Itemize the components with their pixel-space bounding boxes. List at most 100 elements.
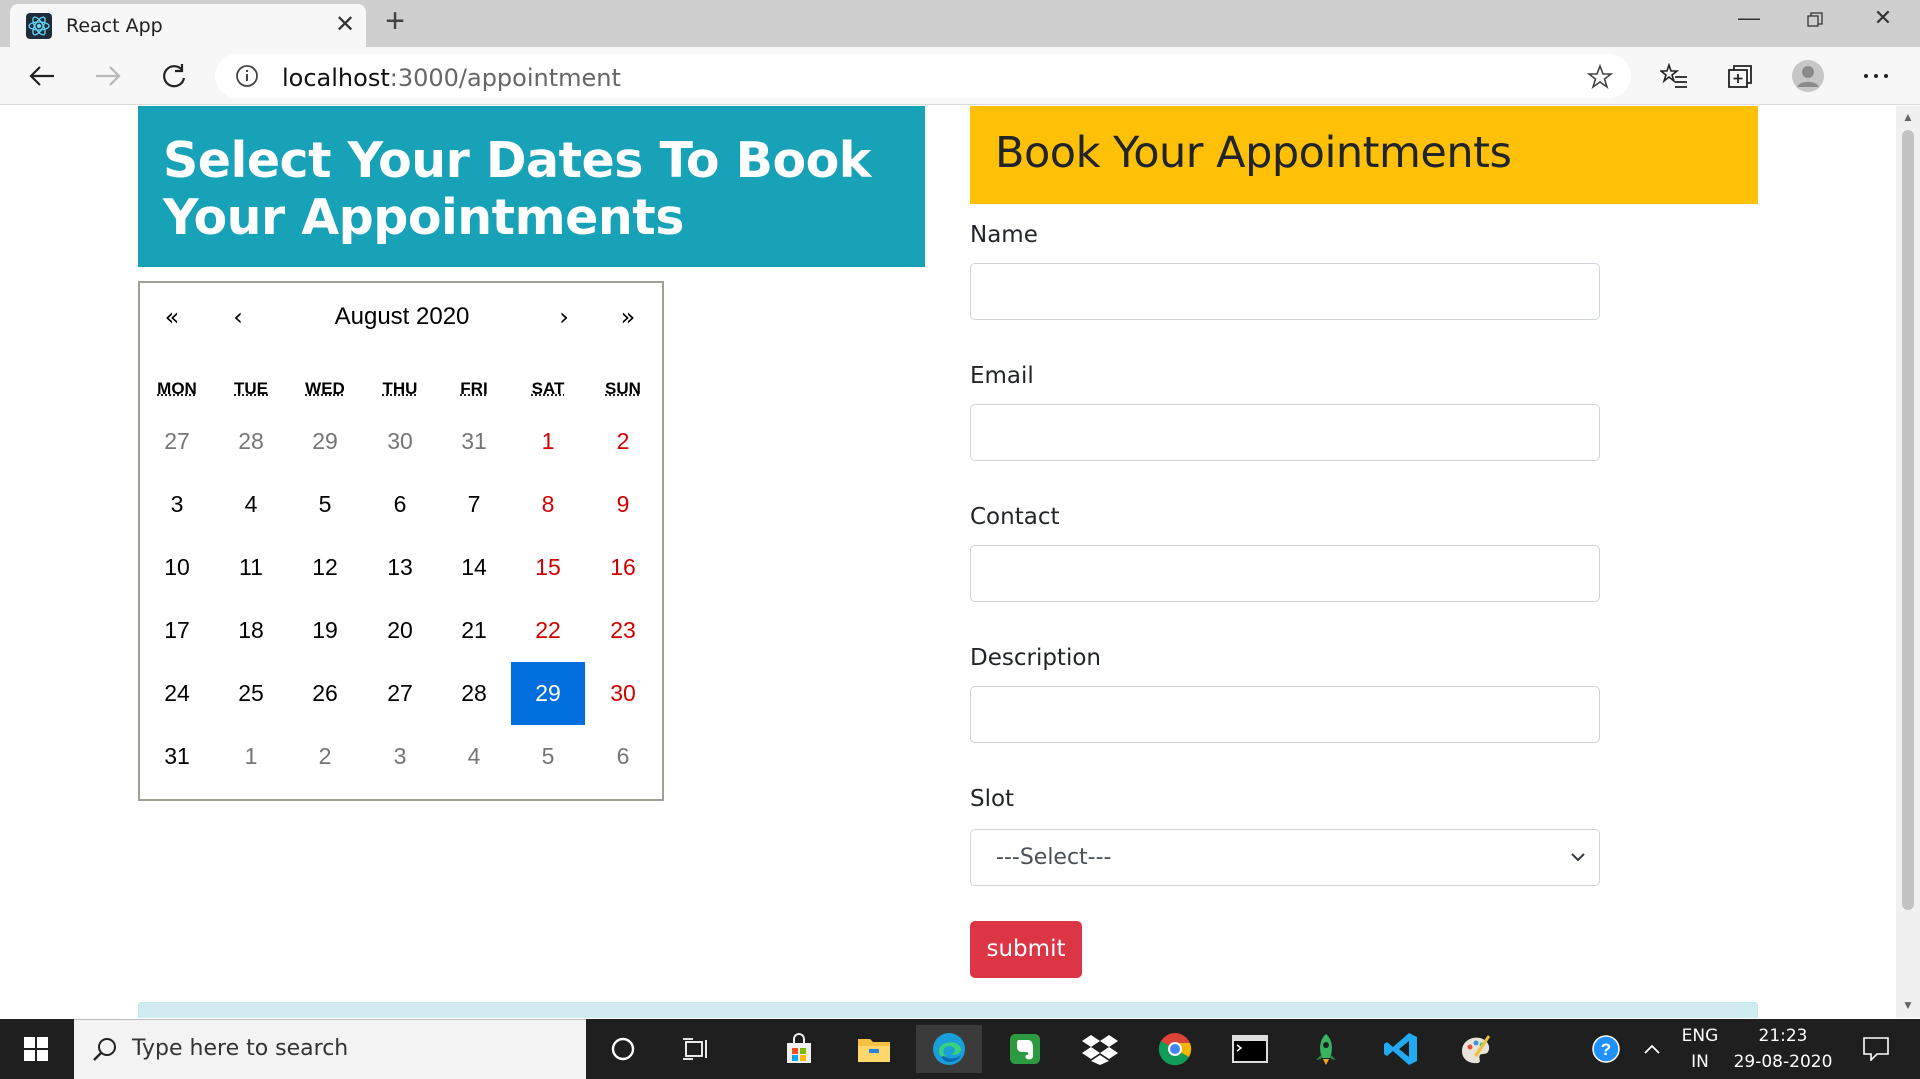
calendar-day[interactable]: 13 xyxy=(363,536,437,599)
calendar-day[interactable]: 10 xyxy=(140,536,214,599)
calendar-day[interactable]: 4 xyxy=(437,725,511,788)
browser-tab[interactable]: React App ✕ xyxy=(10,4,366,47)
page-content: Select Your Dates To Book Your Appointme… xyxy=(0,106,1896,1018)
calendar-day[interactable]: 28 xyxy=(214,410,288,473)
help-icon[interactable]: ? xyxy=(1582,1025,1630,1073)
close-window-icon[interactable]: ✕ xyxy=(1850,0,1916,40)
next-year-button[interactable]: » xyxy=(598,297,658,337)
calendar: « ‹ August 2020 › » MON TUE WED THU FRI … xyxy=(138,281,664,801)
file-explorer-icon[interactable] xyxy=(841,1025,907,1073)
task-view-icon[interactable] xyxy=(663,1025,729,1073)
email-label: Email xyxy=(970,363,1034,389)
vscode-icon[interactable] xyxy=(1368,1025,1434,1073)
calendar-day[interactable]: 17 xyxy=(140,599,214,662)
weekday-thu: THU xyxy=(382,379,418,398)
edge-icon[interactable] xyxy=(916,1025,982,1073)
taskbar-search[interactable]: Type here to search xyxy=(74,1019,586,1079)
minimize-icon[interactable]: — xyxy=(1716,0,1782,40)
calendar-day[interactable]: 21 xyxy=(437,599,511,662)
calendar-day[interactable]: 29 xyxy=(511,662,585,725)
calendar-day[interactable]: 20 xyxy=(363,599,437,662)
calendar-day[interactable]: 3 xyxy=(363,725,437,788)
cortana-icon[interactable] xyxy=(590,1025,656,1073)
calendar-day[interactable]: 23 xyxy=(586,599,660,662)
close-tab-icon[interactable]: ✕ xyxy=(332,12,358,38)
calendar-day[interactable]: 15 xyxy=(511,536,585,599)
calendar-day[interactable]: 16 xyxy=(586,536,660,599)
evernote-icon[interactable] xyxy=(992,1025,1058,1073)
favorite-star-icon[interactable] xyxy=(1587,64,1613,90)
contact-label: Contact xyxy=(970,504,1060,530)
email-input[interactable] xyxy=(970,404,1600,461)
next-month-button[interactable]: › xyxy=(534,297,594,337)
name-input[interactable] xyxy=(970,263,1600,320)
calendar-day[interactable]: 11 xyxy=(214,536,288,599)
calendar-day[interactable]: 24 xyxy=(140,662,214,725)
calendar-day[interactable]: 30 xyxy=(586,662,660,725)
calendar-day[interactable]: 22 xyxy=(511,599,585,662)
chevron-up-icon[interactable] xyxy=(1630,1025,1674,1073)
calendar-day[interactable]: 7 xyxy=(437,473,511,536)
calendar-day[interactable]: 18 xyxy=(214,599,288,662)
store-icon[interactable] xyxy=(766,1025,832,1073)
calendar-day[interactable]: 1 xyxy=(511,410,585,473)
forward-icon[interactable] xyxy=(88,56,128,96)
prev-year-button[interactable]: « xyxy=(142,297,202,337)
info-icon[interactable] xyxy=(235,64,259,88)
chrome-icon[interactable] xyxy=(1142,1025,1208,1073)
calendar-day[interactable]: 31 xyxy=(140,725,214,788)
calendar-day[interactable]: 5 xyxy=(511,725,585,788)
calendar-day[interactable]: 2 xyxy=(288,725,362,788)
scroll-down-icon[interactable]: ▼ xyxy=(1900,998,1916,1014)
address-bar[interactable]: localhost:3000/appointment xyxy=(215,54,1631,98)
language-line-1[interactable]: ENG xyxy=(1680,1026,1720,1046)
description-input[interactable] xyxy=(970,686,1600,743)
rocket-app-icon[interactable] xyxy=(1293,1025,1359,1073)
calendar-day[interactable]: 28 xyxy=(437,662,511,725)
calendar-day[interactable]: 6 xyxy=(586,725,660,788)
clock-date[interactable]: 29-08-2020 xyxy=(1728,1052,1838,1072)
paint-icon[interactable] xyxy=(1443,1025,1509,1073)
prev-month-button[interactable]: ‹ xyxy=(208,297,268,337)
favorites-icon[interactable] xyxy=(1654,56,1694,96)
calendar-day[interactable]: 8 xyxy=(511,473,585,536)
notifications-icon[interactable] xyxy=(1846,1025,1906,1073)
language-line-2[interactable]: IN xyxy=(1680,1052,1720,1072)
collections-icon[interactable] xyxy=(1720,56,1760,96)
new-tab-icon[interactable]: + xyxy=(378,4,412,40)
back-icon[interactable] xyxy=(22,56,62,96)
slot-select[interactable]: ---Select--- xyxy=(970,829,1600,886)
calendar-day[interactable]: 6 xyxy=(363,473,437,536)
calendar-day[interactable]: 27 xyxy=(363,662,437,725)
calendar-day[interactable]: 3 xyxy=(140,473,214,536)
windows-start-icon[interactable] xyxy=(0,1019,72,1079)
restore-icon[interactable] xyxy=(1782,0,1848,40)
page-scrollbar[interactable]: ▲ ▼ xyxy=(1896,106,1920,1018)
calendar-day[interactable]: 30 xyxy=(363,410,437,473)
scroll-up-icon[interactable]: ▲ xyxy=(1900,110,1916,126)
calendar-day[interactable]: 9 xyxy=(586,473,660,536)
month-label-button[interactable]: August 2020 xyxy=(270,297,534,337)
calendar-day[interactable]: 27 xyxy=(140,410,214,473)
calendar-day[interactable]: 29 xyxy=(288,410,362,473)
calendar-day[interactable]: 4 xyxy=(214,473,288,536)
calendar-day[interactable]: 19 xyxy=(288,599,362,662)
calendar-day[interactable]: 2 xyxy=(586,410,660,473)
calendar-day[interactable]: 5 xyxy=(288,473,362,536)
calendar-day[interactable]: 14 xyxy=(437,536,511,599)
calendar-day[interactable]: 1 xyxy=(214,725,288,788)
dropbox-icon[interactable] xyxy=(1067,1025,1133,1073)
calendar-day[interactable]: 25 xyxy=(214,662,288,725)
contact-input[interactable] xyxy=(970,545,1600,602)
scroll-thumb[interactable] xyxy=(1902,130,1914,910)
calendar-day[interactable]: 26 xyxy=(288,662,362,725)
refresh-icon[interactable] xyxy=(154,56,194,96)
weekday-sat: SAT xyxy=(531,379,565,398)
calendar-day[interactable]: 31 xyxy=(437,410,511,473)
clock-time[interactable]: 21:23 xyxy=(1728,1026,1838,1046)
calendar-day[interactable]: 12 xyxy=(288,536,362,599)
submit-button[interactable]: submit xyxy=(970,921,1082,978)
terminal-icon[interactable] xyxy=(1217,1025,1283,1073)
more-menu-icon[interactable] xyxy=(1856,56,1896,96)
profile-avatar-icon[interactable] xyxy=(1788,56,1828,96)
